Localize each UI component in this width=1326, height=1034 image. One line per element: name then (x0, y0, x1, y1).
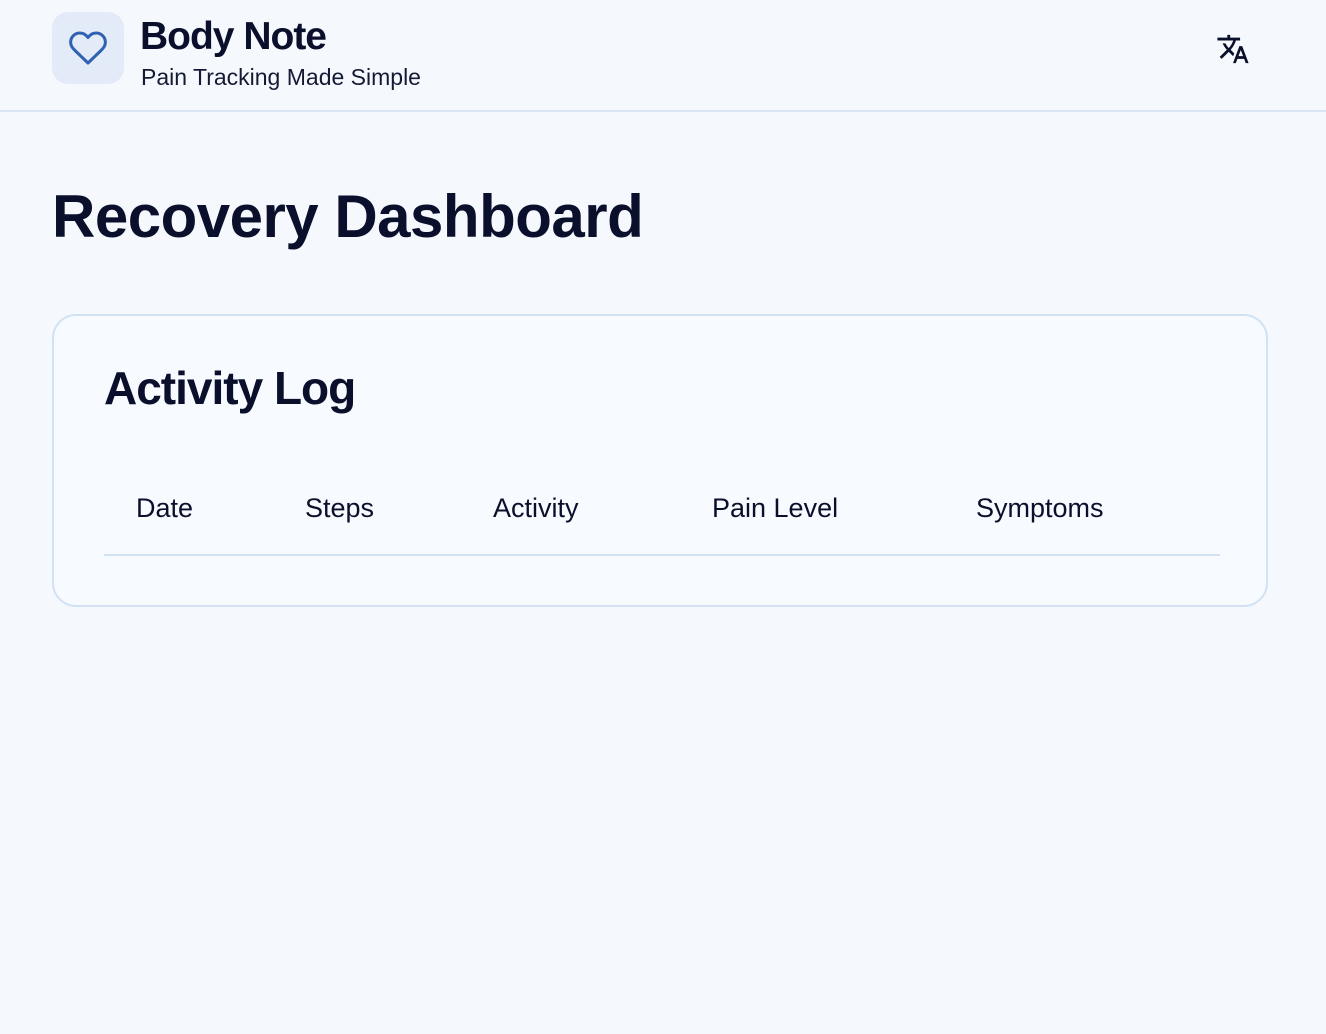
app-subtitle: Pain Tracking Made Simple (141, 64, 421, 90)
page-title: Recovery Dashboard (52, 183, 644, 250)
translate-icon (1217, 34, 1249, 64)
column-header-steps: Steps (305, 493, 375, 523)
column-header-date: Date (136, 493, 194, 523)
app-header: Body Note Pain Tracking Made Simple (0, 0, 1326, 112)
activity-log-title: Activity Log (104, 362, 356, 414)
activity-log-table-header: Date Steps Activity Pain Level Symptoms (104, 476, 1220, 556)
app-title: Body Note (140, 15, 327, 58)
heart-icon (69, 31, 107, 65)
column-header-symptoms: Symptoms (976, 493, 1104, 523)
language-button[interactable] (1210, 26, 1256, 72)
column-header-activity: Activity (493, 493, 579, 523)
app-logo (52, 12, 124, 84)
activity-log-card: Activity Log Date Steps Activity Pain Le… (52, 314, 1268, 607)
column-header-pain-level: Pain Level (712, 493, 839, 523)
